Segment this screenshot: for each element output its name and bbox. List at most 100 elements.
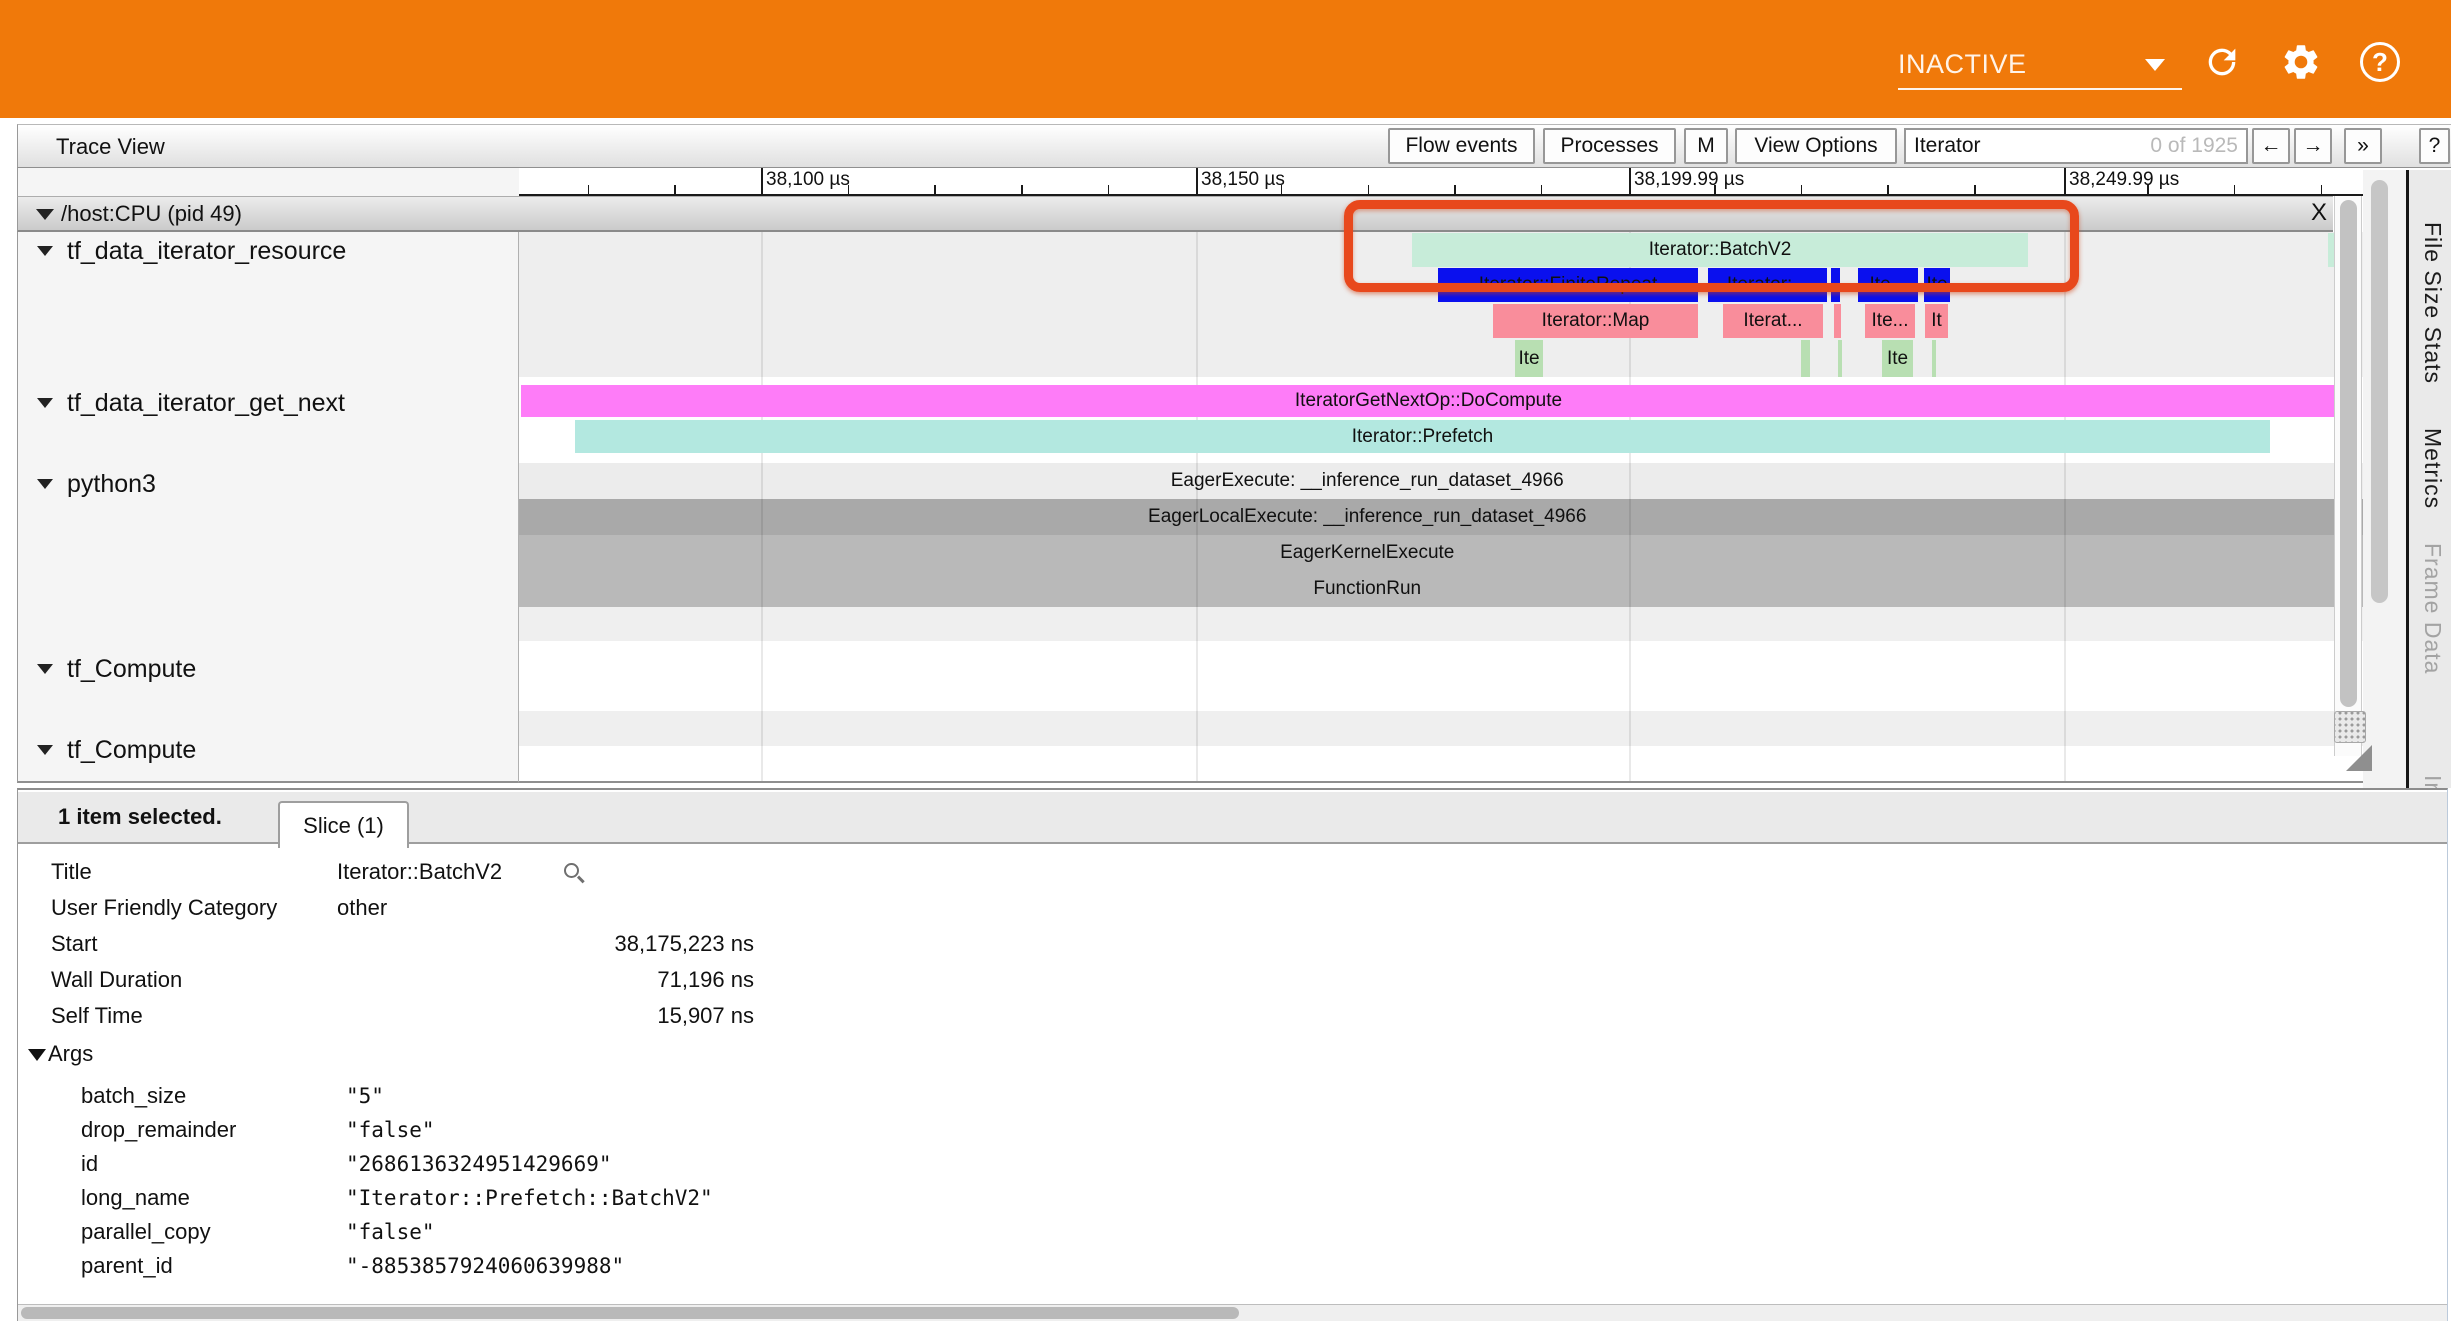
status-select-value: INACTIVE: [1898, 49, 2027, 79]
trace-event-slice[interactable]: Ite...: [1858, 268, 1918, 302]
toolbar-button-processes[interactable]: Processes: [1543, 128, 1676, 164]
trace-event-slice[interactable]: [1801, 340, 1810, 377]
ruler-major-tick: [2064, 168, 2066, 196]
timeline-canvas[interactable]: Iterator::BatchV2Iterator::FiniteRepeatI…: [519, 232, 2363, 783]
side-tab-frame-data: Frame Data: [2419, 543, 2446, 674]
ruler-major-tick: [1629, 168, 1631, 196]
detail-label: Self Time: [51, 1002, 143, 1030]
side-tab-in: In: [2419, 775, 2446, 788]
trace-event-slice[interactable]: Ite: [1515, 340, 1543, 377]
trace-event-slice[interactable]: [1834, 304, 1841, 338]
trace-event-slice[interactable]: [1831, 268, 1840, 302]
ruler-spacer: [17, 168, 519, 196]
details-tab-bar: 1 item selected. Slice (1): [18, 792, 2447, 844]
collapse-triangle-icon[interactable]: [37, 246, 53, 256]
detail-value: other: [337, 894, 387, 922]
more-button[interactable]: »: [2344, 128, 2382, 164]
status-select[interactable]: INACTIVE: [1898, 44, 2182, 92]
refresh-icon[interactable]: [2202, 42, 2242, 82]
arg-label: batch_size: [81, 1082, 186, 1110]
trace-event-slice[interactable]: IteratorGetNextOp::DoCompute: [521, 385, 2336, 417]
track-background-band: [519, 711, 2363, 746]
side-tab-file-size-stats[interactable]: File Size Stats: [2419, 222, 2446, 384]
details-hscrollbar-thumb[interactable]: [21, 1307, 1239, 1319]
track-row-label[interactable]: tf_data_iterator_resource: [18, 233, 518, 269]
ruler-minor-tick: [1021, 185, 1023, 194]
drag-grip-handle[interactable]: [2334, 711, 2366, 743]
trace-event-slice[interactable]: Iterator::Map: [1493, 304, 1698, 338]
resize-corner-icon: [2346, 745, 2372, 771]
collapse-triangle-icon[interactable]: [37, 479, 53, 489]
tab-slice[interactable]: Slice (1): [278, 801, 409, 848]
slice-details-panel: 1 item selected. Slice (1) TitleIterator…: [17, 788, 2448, 1321]
trace-event-slice[interactable]: Ite: [1924, 268, 1950, 302]
magnifier-icon[interactable]: [564, 863, 579, 878]
panel-title: Trace View: [56, 134, 165, 160]
chevron-down-icon: [2145, 59, 2165, 71]
detail-row: Self Time 15,907 ns: [18, 1002, 2447, 1030]
trace-row-label: EagerExecute: __inference_run_dataset_49…: [519, 463, 2215, 499]
detail-value-numeric: 15,907 ns: [337, 1002, 754, 1030]
arg-label: drop_remainder: [81, 1116, 236, 1144]
trace-event-slice[interactable]: Iterator:...: [1708, 268, 1827, 302]
ruler-tick-label: 38,100 µs: [766, 169, 850, 191]
ruler-tick-label: 38,249.99 µs: [2069, 169, 2179, 191]
track-row-label[interactable]: tf_data_iterator_get_next: [18, 385, 518, 421]
collapse-triangle-icon[interactable]: [37, 745, 53, 755]
arg-row: parallel_copy"false": [18, 1218, 2447, 1246]
trace-view-toolbar: Trace View Flow eventsProcessesMView Opt…: [17, 124, 2451, 168]
trace-event-slice[interactable]: Iterator::Prefetch: [575, 420, 2270, 453]
track-row-label[interactable]: tf_Compute: [18, 651, 518, 687]
arg-value: "Iterator::Prefetch::BatchV2": [346, 1184, 713, 1212]
arg-row: parent_id"-8853857924060639988": [18, 1252, 2447, 1280]
toolbar-button-flow-events[interactable]: Flow events: [1388, 128, 1535, 164]
time-ruler[interactable]: 38,100 µs38,150 µs38,199.99 µs38,249.99 …: [519, 168, 2363, 196]
ruler-minor-tick: [1714, 185, 1716, 194]
ruler-major-tick: [761, 168, 763, 196]
ruler-minor-tick: [1887, 185, 1889, 194]
arg-label: parent_id: [81, 1252, 173, 1280]
args-expander[interactable]: Args: [28, 1041, 93, 1067]
page-scrollbar-thumb[interactable]: [2371, 180, 2388, 603]
ruler-minor-tick: [2321, 185, 2323, 194]
side-tab-metrics[interactable]: Metrics: [2419, 428, 2446, 509]
ruler-minor-tick: [848, 185, 850, 194]
timeline-scrollbar-thumb[interactable]: [2340, 200, 2357, 707]
trace-event-slice[interactable]: Ite: [1882, 340, 1913, 377]
trace-event-slice[interactable]: Iterat...: [1723, 304, 1823, 338]
trace-event-slice[interactable]: It: [1925, 304, 1948, 338]
track-row-label[interactable]: python3: [18, 466, 518, 502]
arg-value: "false": [346, 1116, 435, 1144]
detail-label: Title: [51, 858, 92, 886]
track-row-label[interactable]: tf_Compute: [18, 732, 518, 768]
ruler-major-tick: [1196, 168, 1198, 196]
arg-label: long_name: [81, 1184, 190, 1212]
right-tab-rail: File Size Stats Metrics Frame Data In: [2406, 170, 2451, 788]
find-next-button[interactable]: →: [2294, 128, 2332, 164]
toolbar-button-m[interactable]: M: [1684, 128, 1728, 164]
ruler-minor-tick: [1541, 185, 1543, 194]
process-header[interactable]: /host:CPU (pid 49) X: [17, 196, 2333, 232]
trace-row-label: EagerKernelExecute: [519, 535, 2215, 571]
ruler-minor-tick: [1281, 185, 1283, 194]
selection-status: 1 item selected.: [58, 804, 222, 830]
trace-event-slice[interactable]: [1838, 340, 1842, 377]
search-input[interactable]: Iterator 0 of 1925: [1904, 128, 2248, 164]
trace-event-slice[interactable]: Ite...: [1865, 304, 1915, 338]
details-hscrollbar-track[interactable]: [18, 1304, 2447, 1321]
toolbar-button-view-options[interactable]: View Options: [1735, 128, 1897, 164]
trace-event-slice[interactable]: Iterator::BatchV2: [1412, 233, 2028, 267]
collapse-triangle-icon[interactable]: [37, 664, 53, 674]
find-prev-button[interactable]: ←: [2252, 128, 2290, 164]
collapse-triangle-icon[interactable]: [37, 398, 53, 408]
help-icon[interactable]: ?: [2360, 42, 2400, 82]
ruler-minor-tick: [1108, 185, 1110, 194]
trace-event-slice[interactable]: [1932, 340, 1936, 377]
gear-icon[interactable]: [2280, 41, 2322, 83]
detail-value-numeric: 38,175,223 ns: [337, 930, 754, 958]
close-process-button[interactable]: X: [2311, 199, 2327, 227]
collapse-triangle-icon[interactable]: [36, 209, 54, 220]
trace-event-slice[interactable]: Iterator::FiniteRepeat: [1438, 268, 1698, 302]
help-button[interactable]: ?: [2419, 128, 2450, 164]
detail-label: User Friendly Category: [51, 894, 277, 922]
